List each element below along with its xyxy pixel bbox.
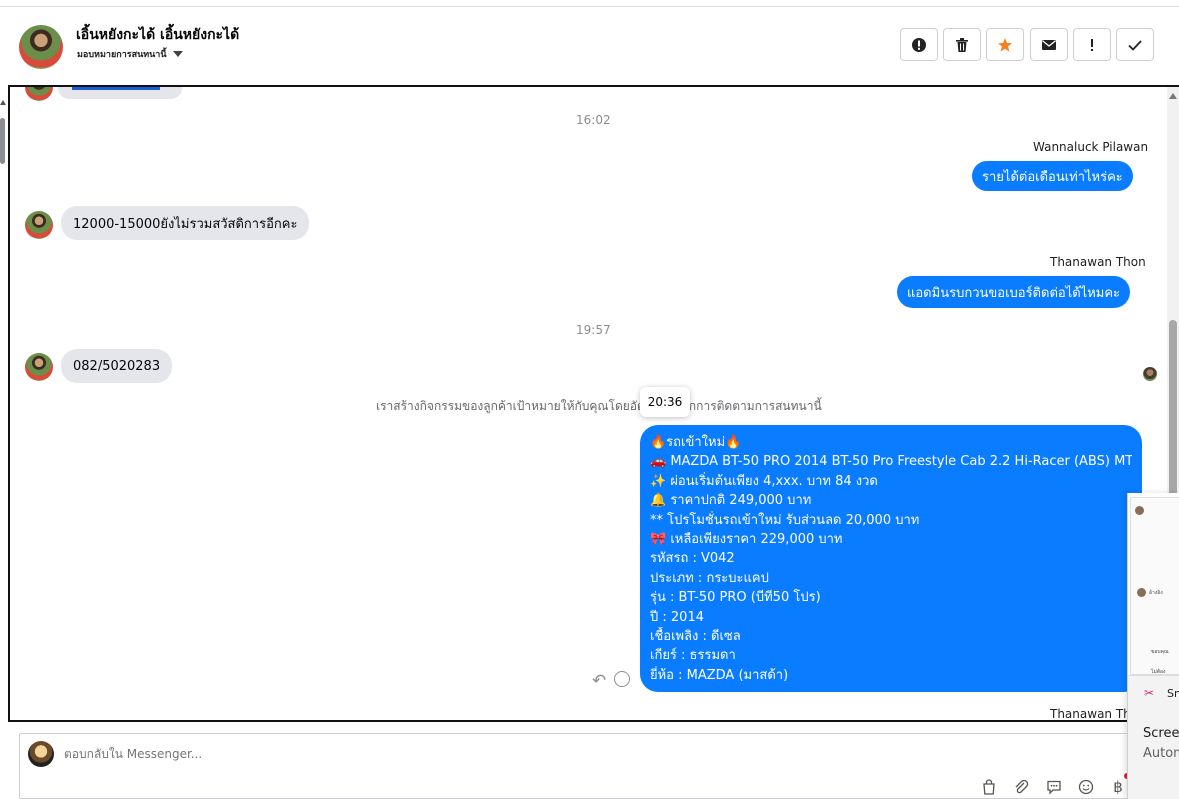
left-panel-scroll-handle[interactable] (0, 118, 5, 164)
link-underline (72, 87, 160, 90)
assign-label: มอบหมายการสนทนานี้ (77, 50, 167, 60)
star-icon (998, 37, 1012, 52)
message-bubble-outgoing[interactable]: แอดมินรบกวนขอเบอร์ติดต่อได้ไหมคะ (897, 276, 1131, 308)
sender-name: Thanawan Thon (1050, 255, 1146, 269)
saved-replies-icon[interactable] (1045, 778, 1063, 796)
trash-icon (956, 37, 968, 52)
reply-composer: ฿ (19, 733, 1139, 799)
system-note: เราสร้างกิจกรรมของลูกค้าเป้าหมายให้กับคุ… (376, 399, 822, 413)
delete-button[interactable] (943, 28, 981, 61)
seen-indicator-avatar (1143, 367, 1157, 381)
check-icon (1128, 39, 1142, 51)
promo-line: 🚗 MAZDA BT-50 PRO 2014 BT-50 Pro Freesty… (650, 454, 1132, 470)
conversation-header: เอิ้นหยังกะได้ เอิ้นหยังกะได้ มอบหมายการ… (0, 7, 1179, 85)
paperclip-icon[interactable] (1012, 778, 1030, 796)
snipping-tool-overlay[interactable]: อ้างอิง ขอบคุณ ไม่ต้อง ✂ Sn Screer Autom (1127, 493, 1179, 799)
react-icon[interactable] (614, 671, 630, 687)
snip-message: Screer (1143, 726, 1179, 741)
promo-line: 🔥รถเข้าใหม่🔥 (650, 435, 742, 450)
alert-circle-icon (912, 37, 926, 52)
mini-text: อ้างอิง (1149, 590, 1163, 596)
reply-icon[interactable]: ↶ (592, 671, 606, 691)
message-bubble-incoming[interactable]: 082/5020283 (61, 349, 173, 383)
follow-up-button[interactable] (1073, 28, 1111, 61)
snip-notification[interactable]: ✂ Sn Screer Autom (1128, 675, 1179, 799)
timestamp: 16:02 (576, 113, 611, 127)
promo-line: เชื้อเพลิง : ดีเซล (650, 629, 741, 645)
promo-line: เกียร์ : ธรรมดา (650, 648, 736, 664)
exclamation-icon (1091, 38, 1093, 51)
baht-payment-icon[interactable]: ฿ (1109, 778, 1127, 796)
message-thread: 16:02 Wannaluck Pilawan รายได้ต่อเดือนเท… (8, 85, 1179, 722)
sender-name: Thanawan Tho (1050, 707, 1139, 721)
scroll-up-arrow[interactable] (1169, 93, 1177, 99)
mini-avatar (1137, 588, 1146, 597)
envelope-icon (1042, 39, 1056, 50)
spam-button[interactable] (900, 28, 938, 61)
contact-avatar-small (25, 211, 53, 239)
left-scroll-arrow[interactable] (0, 100, 6, 105)
mark-done-button[interactable] (1116, 28, 1154, 61)
page-avatar (28, 741, 54, 767)
message-bubble-incoming[interactable]: 12000-15000ยังไม่รวมสวัสดิการอีกคะ (61, 206, 310, 240)
promo-line: ** โปรโมชั่นรถเข้าใหม่ รับส่วนลด 20,000 … (650, 512, 920, 528)
timestamp: 19:57 (576, 323, 611, 337)
timestamp-tooltip: 20:36 (640, 387, 690, 417)
promo-line: ปี : 2014 (650, 609, 704, 625)
snip-title: Sn (1167, 687, 1179, 700)
message-bubble-outgoing-promo[interactable]: 🔥รถเข้าใหม่🔥 🚗 MAZDA BT-50 PRO 2014 BT-5… (640, 425, 1142, 692)
promo-line: 🔔 ราคาปกติ 249,000 บาท (650, 493, 812, 509)
scissors-icon: ✂ (1144, 686, 1155, 700)
message-bubble-outgoing[interactable]: รายได้ต่อเดือนเท่าไหร่คะ (972, 161, 1133, 191)
mini-avatar (1135, 506, 1144, 515)
promo-line: ยี่ห้อ : MAZDA (มาสด้า) (650, 667, 789, 683)
screenshot-thumbnail[interactable]: อ้างอิง ขอบคุณ ไม่ต้อง (1130, 497, 1179, 675)
promo-line: รหัสรถ : V042 (650, 551, 735, 567)
promo-line: ✨ ผ่อนเริ่มต้นเพียง 4,xxx. บาท 84 งวด (650, 473, 878, 489)
contact-avatar-small (25, 87, 53, 101)
contact-avatar[interactable] (19, 25, 63, 69)
emoji-icon[interactable] (1077, 778, 1095, 796)
star-button[interactable] (986, 28, 1024, 61)
sender-name: Wannaluck Pilawan (1033, 140, 1149, 154)
reply-input[interactable] (64, 747, 764, 761)
snip-subtext: Autom (1143, 746, 1179, 761)
assign-conversation-dropdown[interactable]: มอบหมายการสนทนานี้ (77, 47, 183, 61)
contact-avatar-small (25, 353, 53, 381)
mini-text: ขอบคุณ (1151, 649, 1169, 655)
promo-line: ประเภท : กระบะแคป (650, 570, 769, 586)
shop-bag-icon[interactable] (980, 778, 998, 796)
contact-name[interactable]: เอิ้นหยังกะได้ เอิ้นหยังกะได้ (76, 24, 239, 46)
mark-unread-button[interactable] (1030, 28, 1068, 61)
promo-line: รุ่น : BT-50 PRO (บีที50 โปร) (650, 590, 821, 606)
promo-line: 🎀 เหลือเพียงราคา 229,000 บาท (650, 532, 843, 548)
chevron-down-icon (172, 51, 183, 57)
